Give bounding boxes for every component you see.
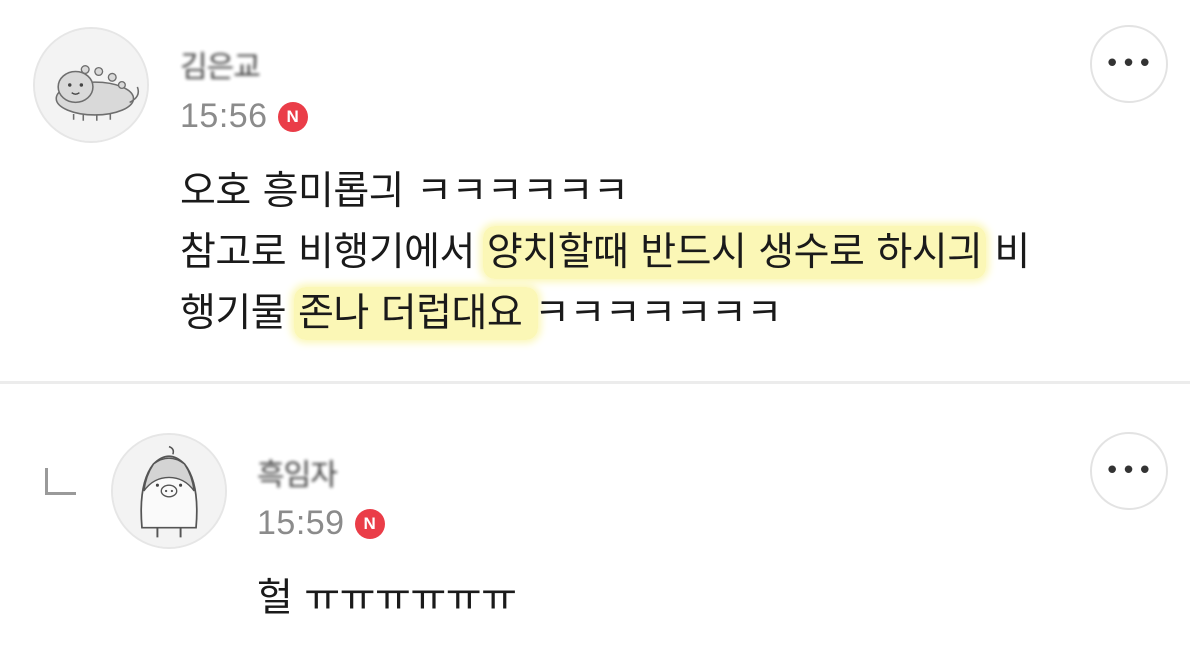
comment-time: 15:56 [180, 97, 268, 135]
comment-time: 15:59 [257, 504, 345, 542]
highlighted-text: 양치할때 반드시 생수로 하시긔 [482, 226, 987, 279]
reply-arrow-icon [45, 468, 76, 495]
penguin-avatar-icon[interactable] [111, 433, 227, 549]
comment-text-segment: ㅋㅋㅋㅋㅋㅋㅋ [534, 291, 782, 336]
comment-item: 김은교 15:56 N ••• 오호 흥미롭긔 ㅋㅋㅋㅋㅋㅋ 참고로 비행기에서… [0, 0, 1190, 382]
more-options-button[interactable]: ••• [1090, 432, 1168, 510]
comment-line: 행기물 존나 더럽대요 ㅋㅋㅋㅋㅋㅋㅋ [180, 283, 1140, 344]
comment-line: 오호 흥미롭긔 ㅋㅋㅋㅋㅋㅋ [180, 161, 1140, 222]
comment-text-segment: 참고로 비행기에서 [180, 230, 487, 275]
comment-meta: 15:59 N [257, 504, 385, 543]
new-badge: N [354, 508, 385, 539]
comment-text: 오호 흥미롭긔 ㅋㅋㅋㅋㅋㅋ 참고로 비행기에서 양치할때 반드시 생수로 하시… [180, 161, 1140, 344]
highlighted-text: 존나 더럽대요 [294, 287, 539, 340]
comment-text-segment: 비 [982, 230, 1030, 275]
more-options-button[interactable]: ••• [1090, 25, 1168, 103]
dinosaur-avatar-icon[interactable] [33, 27, 149, 143]
reply-comment-item: 흑임자 15:59 N ••• [0, 384, 1190, 665]
comment-meta: 15:56 N [180, 97, 308, 136]
reply-comment-text: 헐 ㅠㅠㅠㅠㅠㅠ [257, 576, 517, 621]
author-name[interactable]: 흑임자 [257, 450, 338, 494]
new-badge: N [277, 101, 308, 132]
comment-text-segment: 행기물 [180, 291, 299, 336]
author-name[interactable]: 김은교 [180, 42, 261, 86]
comment-text-segment: 오호 흥미롭긔 ㅋㅋㅋㅋㅋㅋ [180, 169, 629, 214]
comment-line: 참고로 비행기에서 양치할때 반드시 생수로 하시긔 비 [180, 222, 1140, 283]
